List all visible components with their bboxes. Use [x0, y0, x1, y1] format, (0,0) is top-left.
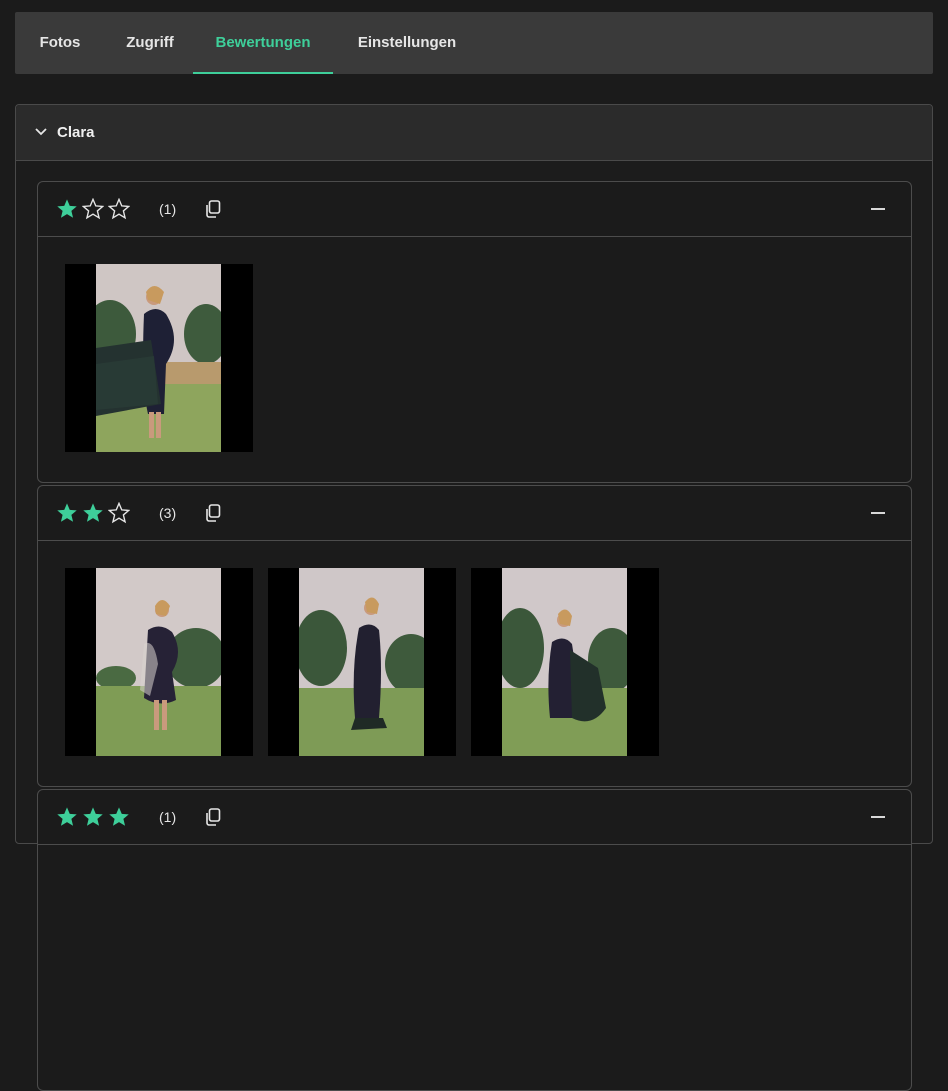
photo-image: [96, 264, 221, 452]
star-filled-icon: [109, 807, 129, 826]
rating-group-header: (1): [38, 182, 911, 237]
star-filled-icon: [57, 199, 77, 218]
photo-image: [96, 568, 221, 756]
rating-group-header: (1): [38, 790, 911, 845]
chevron-down-icon[interactable]: [34, 127, 48, 137]
minus-icon[interactable]: [871, 816, 885, 818]
minus-icon[interactable]: [871, 512, 885, 514]
star-outline-icon: [82, 198, 104, 220]
star-filled-icon: [57, 503, 77, 522]
minus-icon[interactable]: [871, 208, 885, 210]
star-outline-icon: [108, 198, 130, 220]
photo-count: (3): [159, 505, 177, 521]
star-filled-icon: [83, 807, 103, 826]
copy-icon[interactable]: [205, 808, 221, 826]
star-filled-icon: [83, 503, 103, 522]
star-outline-icon: [108, 502, 130, 524]
photo-image: [502, 568, 627, 756]
photo-thumbnail[interactable]: [268, 568, 456, 756]
tab-einstellungen[interactable]: Einstellungen: [357, 12, 457, 74]
photo-thumbnail[interactable]: [65, 264, 253, 452]
tab-bar: Fotos Zugriff Bewertungen Einstellungen: [15, 12, 933, 74]
rating-group-header: (3): [38, 486, 911, 541]
tab-bewertungen[interactable]: Bewertungen: [193, 12, 333, 74]
tab-fotos[interactable]: Fotos: [39, 12, 81, 74]
tab-zugriff[interactable]: Zugriff: [123, 12, 177, 74]
photo-count: (1): [159, 809, 177, 825]
copy-icon[interactable]: [205, 504, 221, 522]
photo-image: [299, 568, 424, 756]
copy-icon[interactable]: [205, 200, 221, 218]
rating-group-1: (1): [37, 181, 912, 483]
album-title: Clara: [57, 124, 95, 141]
photo-thumbnail[interactable]: [471, 568, 659, 756]
star-filled-icon: [57, 807, 77, 826]
rating-group-2: (3): [37, 485, 912, 787]
photo-count: (1): [159, 201, 177, 217]
album-section: Clara (1) (3) (1): [15, 104, 933, 1091]
album-section-header[interactable]: Clara: [16, 105, 932, 161]
photo-thumbnail[interactable]: [65, 568, 253, 756]
rating-group-3: (1): [37, 789, 912, 1091]
active-tab-indicator: [193, 72, 333, 74]
